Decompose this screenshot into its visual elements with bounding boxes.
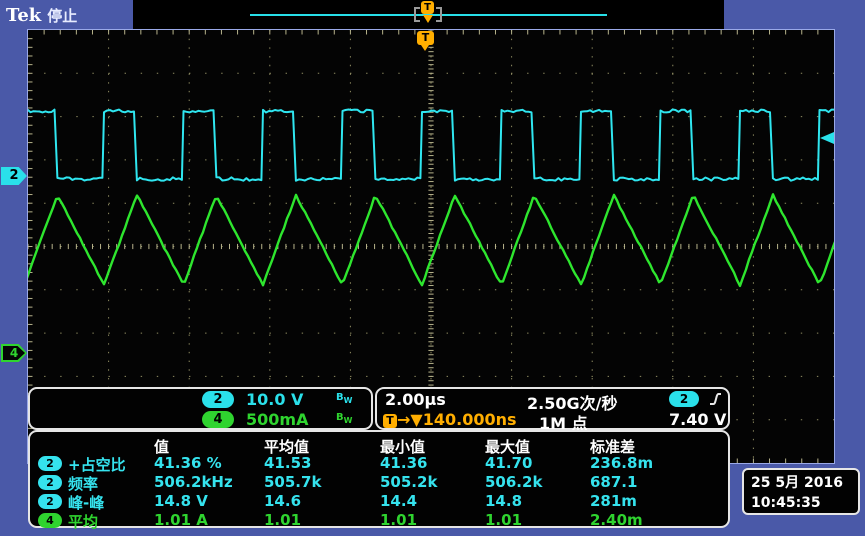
- measurement-mean: 1.01: [264, 511, 301, 529]
- window-bracket-left: [414, 7, 420, 22]
- measurement-max: 14.8: [485, 492, 522, 510]
- measurement-std: 687.1: [590, 473, 637, 491]
- measurement-row: 2 频率 506.2kHz 505.7k 505.2k 506.2k 687.1: [30, 473, 728, 492]
- measurement-name: 峰-峰: [68, 492, 104, 513]
- channel-readout-row: 4 500mA BW: [30, 410, 371, 430]
- measurement-name: 频率: [68, 473, 98, 494]
- time-label: 10:45:35: [751, 493, 851, 513]
- measurement-value: 14.8 V: [154, 492, 208, 510]
- trigger-slope-icon: [709, 391, 722, 410]
- measurement-row: 2 +占空比 41.36 % 41.53 41.36 41.70 236.8m: [30, 454, 728, 473]
- channel-readout-panel: 210.0 VBW4500mABW: [28, 387, 373, 430]
- measurement-row: 2 峰-峰 14.8 V 14.6 14.4 14.8 281m: [30, 492, 728, 511]
- bandwidth-limit-icon: BW: [336, 392, 352, 405]
- tek-logo-status: Tek 停止: [6, 5, 77, 26]
- bw-sub-letter: W: [344, 416, 353, 425]
- tek-logo: Tek: [6, 5, 41, 26]
- measurement-value: 1.01 A: [154, 511, 208, 529]
- measurement-min: 505.2k: [380, 473, 437, 491]
- measurement-name: 平均: [68, 511, 98, 532]
- bw-sub-letter: W: [344, 396, 353, 405]
- ch2-position-marker[interactable]: 2: [1, 167, 27, 185]
- measurement-mean: 41.53: [264, 454, 311, 472]
- trigger-delay-readout: T→▼140.000ns: [383, 410, 517, 429]
- acquisition-status: 停止: [47, 7, 77, 25]
- window-bracket-right: [436, 7, 442, 22]
- overview-trigger-position-icon[interactable]: T: [421, 1, 434, 14]
- measurement-max: 41.70: [485, 454, 532, 472]
- measurement-source-badge: 2: [38, 494, 62, 509]
- measurement-mean: 14.6: [264, 492, 301, 510]
- trigger-delay-value: 140.000ns: [423, 410, 517, 429]
- measurement-source-badge: 2: [38, 475, 62, 490]
- measurement-value: 506.2kHz: [154, 473, 233, 491]
- measurement-min: 41.36: [380, 454, 427, 472]
- oscilloscope-screen: Tek停止 T T 2 4 210.0 VBW4500mABW 2.00µs 2…: [0, 0, 865, 536]
- trigger-flag-icon: T: [383, 414, 397, 428]
- measurement-row: 4 平均 1.01 A 1.01 1.01 1.01 2.40m: [30, 511, 728, 530]
- measurements-panel: 值平均值最小值最大值标准差2+占空比41.36 %41.5341.3641.70…: [28, 430, 730, 528]
- bw-letter: B: [336, 412, 344, 423]
- measurement-source-badge: 2: [38, 456, 62, 471]
- ch4-position-marker-label: 4: [3, 346, 25, 360]
- bw-letter: B: [336, 392, 344, 403]
- trigger-position-flag-tail: [421, 45, 429, 51]
- channel-badge[interactable]: 4: [202, 411, 234, 428]
- measurement-max: 506.2k: [485, 473, 542, 491]
- measurement-min: 1.01: [380, 511, 417, 529]
- trigger-source-badge[interactable]: 2: [669, 391, 699, 407]
- trigger-position-flag[interactable]: T: [417, 31, 434, 45]
- measurement-std: 236.8m: [590, 454, 653, 472]
- trigger-level-value: 7.40 V: [669, 410, 726, 429]
- date-label: 25 5月 2016: [751, 473, 851, 493]
- measurement-max: 1.01: [485, 511, 522, 529]
- timebase-scale: 2.00µs: [385, 390, 446, 409]
- ch4-position-marker[interactable]: 4: [1, 344, 27, 362]
- measurement-min: 14.4: [380, 492, 417, 510]
- measurement-std: 281m: [590, 492, 637, 510]
- measurement-value: 41.36 %: [154, 454, 222, 472]
- channel-scale: 500mA: [246, 410, 308, 429]
- overview-trigger-arrow-icon: [423, 15, 433, 23]
- channel-scale: 10.0 V: [246, 390, 303, 409]
- channel-badge[interactable]: 2: [202, 391, 234, 408]
- channel-readout-row: 2 10.0 V BW: [30, 390, 371, 410]
- trigger-delay-arrow: →▼: [397, 410, 423, 429]
- waveform-overview-bar[interactable]: T: [133, 0, 724, 29]
- bandwidth-limit-icon: BW: [336, 412, 352, 425]
- trigger-level-arrow-icon[interactable]: [820, 132, 834, 144]
- measurement-source-badge: 4: [38, 513, 62, 528]
- datetime-box: 25 5月 2016 10:45:35: [742, 468, 860, 515]
- measurement-name: +占空比: [68, 454, 126, 475]
- measurement-mean: 505.7k: [264, 473, 321, 491]
- measurement-std: 2.40m: [590, 511, 643, 529]
- timebase-trigger-panel: 2.00µs 2.50G次/秒 2 T→▼140.000ns 1M 点 7.40…: [375, 387, 730, 430]
